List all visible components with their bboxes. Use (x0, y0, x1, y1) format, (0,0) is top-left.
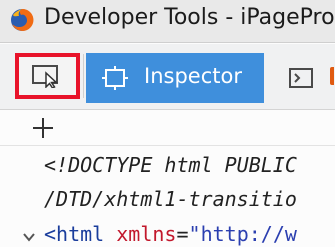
toolbar-separator (83, 54, 84, 98)
attr-name: xmlns (116, 222, 177, 246)
pick-element-icon (32, 65, 58, 88)
title-bar: Developer Tools - iPagePro (0, 0, 335, 43)
doctype-line: /DTD/xhtml1-transitio (44, 187, 297, 211)
attr-equals: = (176, 222, 189, 246)
window-title: Developer Tools - iPagePro (44, 5, 335, 30)
markup-toolbar (0, 110, 335, 146)
doctype-line: <!DOCTYPE html PUBLIC (44, 153, 297, 177)
tab-inspector-label: Inspector (144, 64, 242, 88)
element-picker-button[interactable] (15, 53, 80, 99)
html-tag: <html (44, 222, 105, 246)
console-icon (289, 68, 313, 88)
attr-value: "http://w (188, 222, 297, 246)
tab-inspector[interactable]: Inspector (86, 53, 264, 103)
add-node-icon[interactable] (30, 115, 56, 141)
inspector-icon (102, 66, 128, 90)
firefox-icon (11, 8, 34, 31)
devtools-toolbar: Inspector (0, 44, 335, 110)
collapse-arrow-icon[interactable] (22, 230, 36, 244)
markup-view: <!DOCTYPE html PUBLIC /DTD/xhtml1-transi… (0, 146, 335, 247)
console-tab-edge (330, 67, 334, 85)
html-node-line[interactable]: <html xmlns="http://w (44, 222, 297, 246)
tab-console[interactable] (268, 53, 335, 103)
